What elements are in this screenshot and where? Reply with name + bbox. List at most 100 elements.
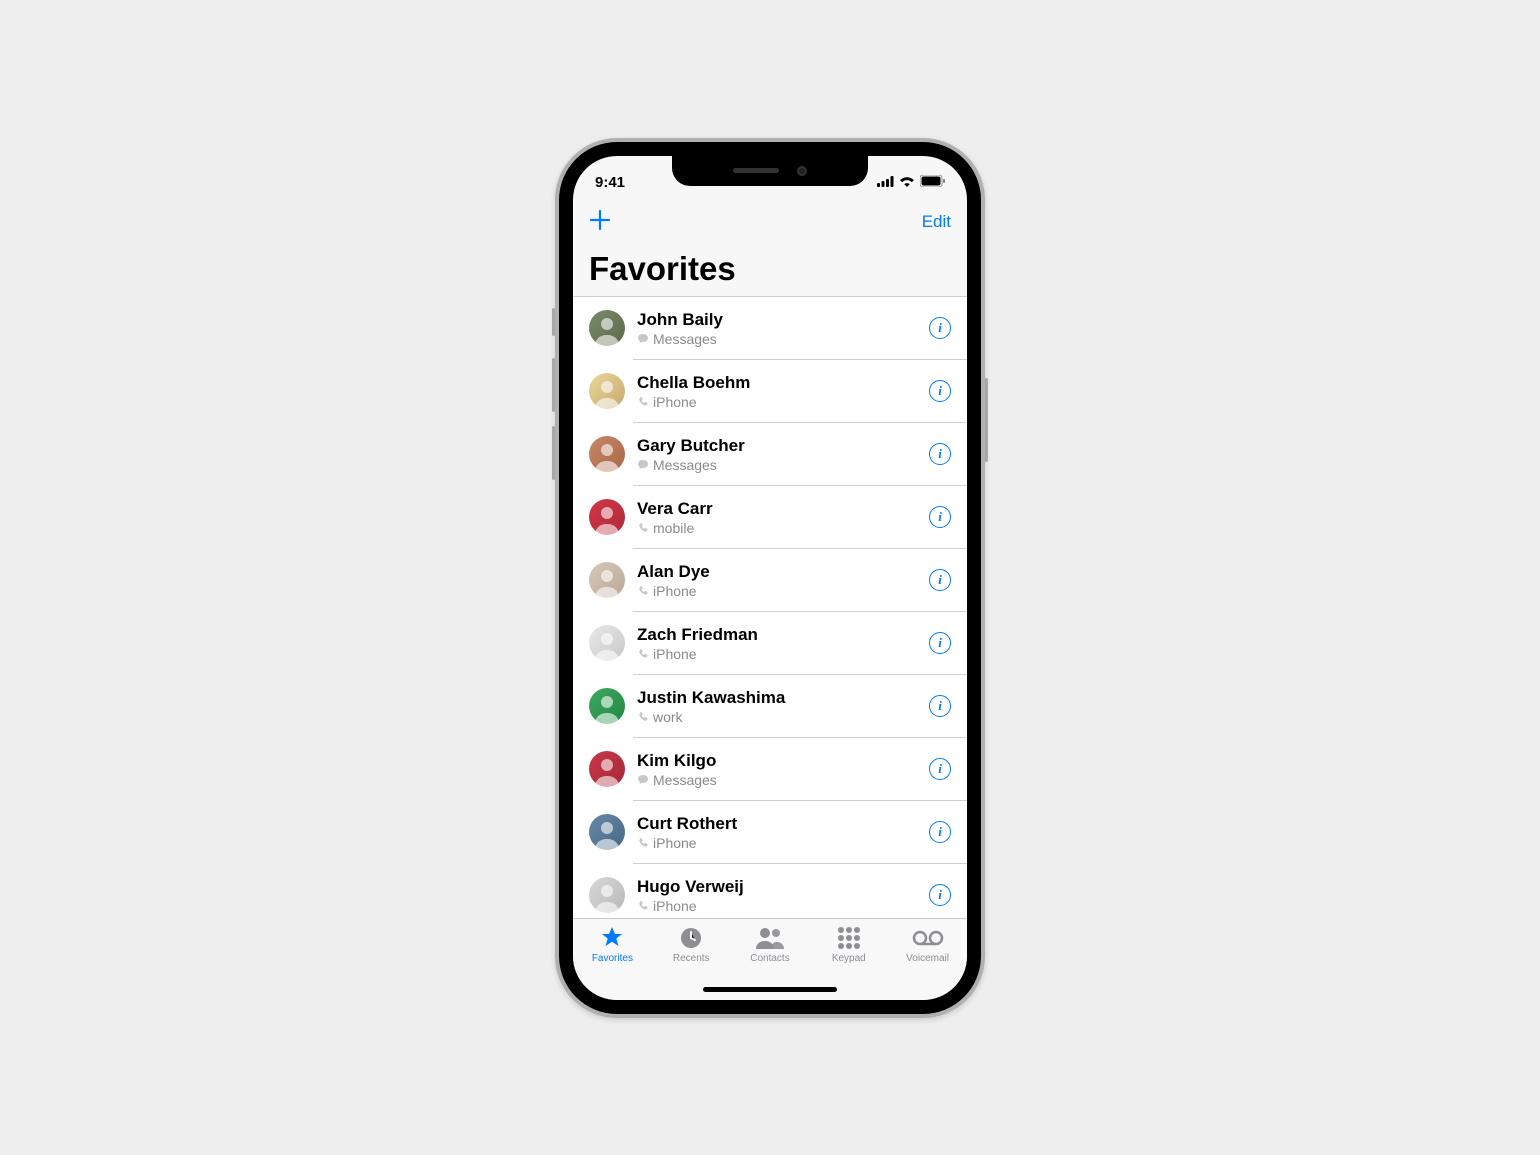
tab-label: Recents (673, 953, 710, 964)
avatar (589, 310, 625, 346)
edit-button[interactable]: Edit (922, 212, 951, 232)
contact-sub-label: Messages (653, 457, 717, 473)
add-button[interactable] (589, 208, 611, 236)
avatar (589, 877, 625, 913)
favorite-row[interactable]: Alan Dye iPhone i (573, 549, 967, 612)
contact-name: Hugo Verweij (637, 876, 929, 897)
contact-name: Kim Kilgo (637, 750, 929, 771)
tab-label: Contacts (750, 953, 789, 964)
contact-name: Vera Carr (637, 498, 929, 519)
contact-subtitle: Messages (637, 457, 929, 473)
row-content: John Baily Messages (637, 309, 929, 347)
avatar (589, 436, 625, 472)
contact-name: Gary Butcher (637, 435, 929, 456)
contact-subtitle: iPhone (637, 583, 929, 599)
screen: 9:41 Edit (573, 156, 967, 1000)
camera (797, 166, 807, 176)
row-content: Zach Friedman iPhone (637, 624, 929, 662)
phone-icon (637, 396, 649, 408)
avatar (589, 373, 625, 409)
contact-subtitle: iPhone (637, 394, 929, 410)
tab-favorites[interactable]: Favorites (573, 925, 652, 1000)
contact-name: Alan Dye (637, 561, 929, 582)
message-icon (637, 333, 649, 345)
row-content: Alan Dye iPhone (637, 561, 929, 599)
contact-subtitle: iPhone (637, 898, 929, 914)
avatar (589, 688, 625, 724)
favorite-row[interactable]: Hugo Verweij iPhone i (573, 864, 967, 918)
favorite-row[interactable]: Gary Butcher Messages i (573, 423, 967, 486)
notch (672, 156, 868, 186)
favorite-row[interactable]: Kim Kilgo Messages i (573, 738, 967, 801)
info-button[interactable]: i (929, 821, 951, 843)
contact-name: Justin Kawashima (637, 687, 929, 708)
contact-subtitle: mobile (637, 520, 929, 536)
contact-sub-label: work (653, 709, 683, 725)
info-button[interactable]: i (929, 884, 951, 906)
row-content: Justin Kawashima work (637, 687, 929, 725)
volume-up-button (552, 358, 555, 412)
content: Favorites John Baily Messages i Chella B… (573, 244, 967, 918)
person-icon (755, 925, 785, 951)
contact-sub-label: Messages (653, 772, 717, 788)
info-button[interactable]: i (929, 758, 951, 780)
phone-icon (637, 522, 649, 534)
status-time: 9:41 (595, 174, 625, 191)
info-button[interactable]: i (929, 506, 951, 528)
info-button[interactable]: i (929, 695, 951, 717)
favorite-row[interactable]: Zach Friedman iPhone i (573, 612, 967, 675)
clock-icon (678, 925, 704, 951)
page-title: Favorites (573, 244, 967, 296)
battery-icon (920, 174, 945, 191)
tab-label: Voicemail (906, 953, 949, 964)
info-button[interactable]: i (929, 569, 951, 591)
contact-name: Chella Boehm (637, 372, 929, 393)
avatar (589, 499, 625, 535)
info-button[interactable]: i (929, 632, 951, 654)
nav-bar: Edit (573, 200, 967, 244)
keypad-icon (836, 925, 862, 951)
row-content: Chella Boehm iPhone (637, 372, 929, 410)
contact-sub-label: iPhone (653, 583, 697, 599)
power-button (985, 378, 988, 462)
tab-voicemail[interactable]: Voicemail (888, 925, 967, 1000)
mute-switch (552, 308, 555, 336)
info-button[interactable]: i (929, 443, 951, 465)
contact-name: Curt Rothert (637, 813, 929, 834)
phone-icon (637, 711, 649, 723)
tab-label: Favorites (592, 953, 633, 964)
row-content: Curt Rothert iPhone (637, 813, 929, 851)
favorites-list: John Baily Messages i Chella Boehm iPhon… (573, 296, 967, 918)
row-content: Vera Carr mobile (637, 498, 929, 536)
message-icon (637, 459, 649, 471)
contact-sub-label: iPhone (653, 835, 697, 851)
favorite-row[interactable]: Curt Rothert iPhone i (573, 801, 967, 864)
tab-label: Keypad (832, 953, 866, 964)
contact-subtitle: work (637, 709, 929, 725)
message-icon (637, 774, 649, 786)
contact-subtitle: iPhone (637, 646, 929, 662)
home-indicator[interactable] (703, 987, 837, 992)
contact-subtitle: Messages (637, 331, 929, 347)
contact-name: John Baily (637, 309, 929, 330)
voicemail-icon (911, 925, 945, 951)
row-content: Gary Butcher Messages (637, 435, 929, 473)
contact-sub-label: iPhone (653, 646, 697, 662)
info-button[interactable]: i (929, 380, 951, 402)
avatar (589, 751, 625, 787)
row-content: Hugo Verweij iPhone (637, 876, 929, 914)
contact-subtitle: Messages (637, 772, 929, 788)
contact-sub-label: mobile (653, 520, 694, 536)
favorite-row[interactable]: John Baily Messages i (573, 297, 967, 360)
phone-icon (637, 837, 649, 849)
phone-icon (637, 585, 649, 597)
favorite-row[interactable]: Chella Boehm iPhone i (573, 360, 967, 423)
volume-down-button (552, 426, 555, 480)
star-icon (599, 925, 625, 951)
cellular-icon (877, 174, 894, 191)
favorite-row[interactable]: Justin Kawashima work i (573, 675, 967, 738)
status-indicators (877, 174, 945, 191)
favorite-row[interactable]: Vera Carr mobile i (573, 486, 967, 549)
info-button[interactable]: i (929, 317, 951, 339)
avatar (589, 814, 625, 850)
